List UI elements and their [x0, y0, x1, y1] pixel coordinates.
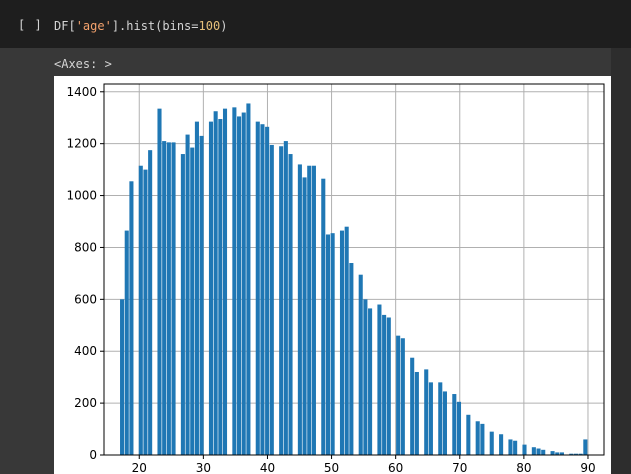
histogram-bar [508, 439, 513, 455]
y-tick-label: 1200 [66, 137, 97, 151]
y-tick-label: 800 [74, 240, 97, 254]
histogram-bar [499, 434, 504, 455]
code-editor-line[interactable]: DF['age'].hist(bins=100) [54, 19, 227, 33]
histogram-bar [222, 108, 228, 455]
histogram-bar [162, 141, 167, 456]
histogram-bar [400, 338, 405, 455]
histogram-bar [279, 146, 284, 455]
histogram-bar [241, 112, 246, 456]
code-token-middle: ].hist(bins= [111, 19, 199, 33]
histogram-bar [452, 394, 457, 455]
histogram-bar [363, 299, 368, 455]
histogram-bar [199, 135, 204, 455]
x-tick-label: 80 [516, 461, 531, 474]
histogram-bar [456, 401, 462, 455]
histogram-bar [218, 119, 223, 455]
histogram-bar [269, 144, 274, 455]
histogram-bar [466, 414, 471, 455]
histogram-bar [550, 451, 555, 455]
histogram-bar [180, 154, 185, 455]
histogram-bar [424, 369, 429, 455]
histogram-bar [129, 181, 134, 455]
histogram-bar [368, 308, 373, 455]
x-tick-label: 20 [132, 461, 147, 474]
histogram-bar [442, 391, 447, 455]
histogram-bar [358, 274, 363, 455]
histogram-svg: 0 200 400 600 800 1000 1200 1400 20 30 40 50 60 70 80 9… [66, 83, 605, 474]
x-tick-label: 90 [580, 461, 595, 474]
x-tick-label: 40 [260, 461, 275, 474]
code-token-prefix: DF[ [54, 19, 76, 33]
histogram-bar [382, 314, 387, 455]
histogram-bar [386, 317, 391, 455]
x-tick-label: 60 [388, 461, 403, 474]
histogram-bar [213, 111, 218, 455]
histogram-bar [255, 121, 260, 455]
histogram-bar [237, 116, 242, 456]
histogram-bar [297, 164, 302, 455]
histogram-bar [208, 121, 214, 455]
histogram-bar [325, 234, 331, 455]
histogram-bar [124, 230, 129, 455]
histogram-bar [185, 134, 190, 455]
histogram-bar [260, 124, 265, 455]
y-tick-label: 200 [74, 396, 97, 410]
histogram-bar [194, 121, 199, 455]
histogram-bar [522, 444, 527, 455]
histogram-bar [246, 103, 251, 455]
histogram-bar [330, 233, 335, 455]
histogram-bar [480, 423, 485, 455]
histogram-bar [311, 165, 316, 455]
histogram-bar [143, 169, 148, 455]
y-tick-label: 1400 [66, 85, 97, 99]
histogram-bar [265, 126, 270, 456]
scrollbar-track[interactable] [611, 48, 631, 474]
x-tick-label: 70 [452, 461, 467, 474]
histogram-bar [513, 440, 518, 455]
y-tick-label: 400 [74, 344, 97, 358]
code-token-number: 100 [198, 19, 221, 33]
axes-frame [103, 83, 605, 456]
histogram-bar [489, 431, 494, 455]
histogram-bar [414, 371, 419, 455]
output-repr-label: <Axes: > [54, 57, 112, 71]
histogram-bar [302, 177, 307, 455]
run-cell-button[interactable]: [ ] [18, 18, 43, 32]
histogram-bar [377, 304, 382, 455]
histogram-bar [288, 154, 293, 455]
histogram-bar [157, 108, 162, 455]
histogram-bar [344, 226, 349, 455]
y-tick-label: 1000 [66, 189, 97, 203]
code-token-string: 'age' [75, 19, 112, 33]
histogram-bar [148, 150, 153, 455]
histogram-bar [541, 449, 546, 455]
histogram-bar [307, 165, 312, 455]
histogram-bar [531, 447, 536, 455]
y-tick-label: 600 [74, 292, 97, 306]
histogram-bar [583, 439, 588, 455]
histogram-bar [349, 263, 354, 455]
x-tick-label: 30 [196, 461, 211, 474]
histogram-plot: 0 200 400 600 800 1000 1200 1400 20 30 40 50 60 70 80 9… [54, 76, 611, 474]
histogram-bar [283, 141, 288, 456]
histogram-bar [410, 357, 415, 455]
histogram-bar [438, 382, 443, 455]
histogram-bar [190, 147, 195, 455]
code-token-suffix: ) [220, 19, 228, 33]
histogram-bar [475, 421, 480, 455]
histogram-bar [536, 448, 541, 455]
code-cell-input[interactable]: [ ] DF['age'].hist(bins=100) [0, 0, 631, 48]
histogram-bar [339, 230, 345, 455]
histogram-bar [138, 165, 143, 455]
x-tick-label: 50 [324, 461, 339, 474]
histogram-bar [396, 335, 401, 455]
histogram-bar [166, 142, 171, 455]
histogram-bar [428, 382, 433, 455]
histogram-bar [232, 107, 237, 456]
histogram-bar [171, 142, 176, 455]
histogram-bar [120, 299, 125, 455]
histogram-bar [321, 178, 326, 455]
y-tick-label: 0 [89, 448, 97, 462]
